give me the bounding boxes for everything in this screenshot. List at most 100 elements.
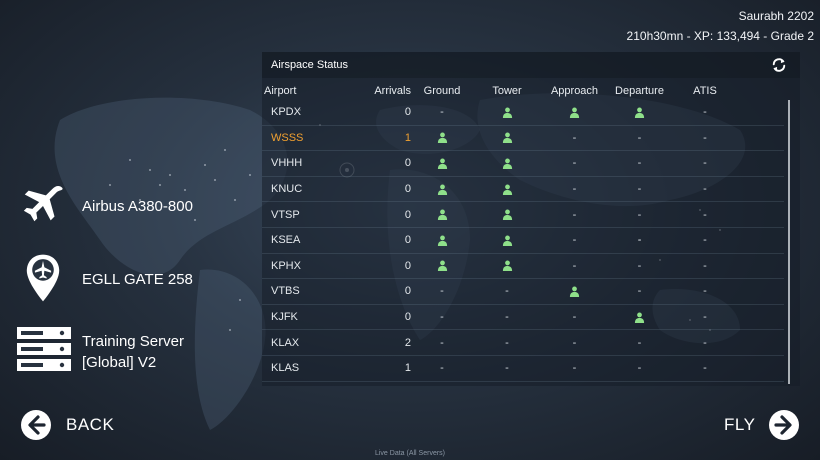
column-header-arrivals[interactable]: Arrivals	[359, 82, 411, 100]
user-name: Saurabh 2202	[738, 9, 814, 23]
departure-empty: -	[637, 234, 642, 247]
table-row[interactable]: KPHX 0 - - -	[262, 254, 784, 280]
airport-code: KNUC	[271, 183, 303, 196]
atis-status: -	[672, 151, 738, 176]
column-header-departure[interactable]: Departure	[607, 82, 672, 100]
departure-status: -	[607, 202, 672, 227]
tower-controller-person-icon	[502, 235, 512, 246]
atis-empty: -	[703, 336, 707, 349]
column-header-ground[interactable]: Ground	[412, 82, 472, 100]
ground-controller-person-icon	[437, 260, 447, 272]
approach-controller-person-icon	[569, 107, 580, 118]
ground-status: -	[412, 279, 472, 304]
table-row[interactable]: VHHH 0 - - -	[262, 151, 784, 177]
table-row[interactable]: KLAX 2 - - - - -	[262, 330, 784, 356]
map-pin-plane-icon	[26, 254, 60, 302]
approach-status	[542, 100, 607, 125]
ground-status	[412, 126, 472, 151]
panel-title: Airspace Status	[271, 59, 349, 71]
tower-empty: -	[505, 336, 509, 349]
ground-empty: -	[440, 336, 444, 349]
atis-status: -	[672, 202, 738, 227]
ground-status	[412, 177, 472, 202]
tower-status	[477, 126, 537, 151]
table-header: Airport Arrivals Ground Tower Approach D…	[262, 82, 800, 100]
departure-status: -	[607, 228, 672, 253]
tower-status	[477, 202, 537, 227]
gate-selection[interactable]: EGLL GATE 258	[0, 250, 240, 310]
arrivals-count: 0	[404, 285, 411, 298]
back-label: BACK	[66, 415, 115, 434]
approach-empty: -	[572, 311, 577, 324]
approach-status: -	[542, 202, 607, 227]
ground-empty: -	[440, 362, 444, 375]
ground-status: -	[412, 305, 472, 330]
ground-controller-person-icon	[437, 132, 447, 144]
table-row[interactable]: VTBS 0 - - - -	[262, 279, 784, 305]
departure-empty: -	[637, 183, 642, 196]
atis-empty: -	[703, 259, 707, 272]
departure-status: -	[607, 356, 672, 381]
approach-empty: -	[572, 157, 577, 170]
fly-button[interactable]: FLY	[724, 409, 800, 441]
table-row[interactable]: WSSS 1 - - -	[262, 126, 784, 152]
approach-status: -	[542, 151, 607, 176]
approach-empty: -	[572, 362, 577, 375]
atis-empty: -	[703, 131, 707, 144]
departure-status: -	[607, 126, 672, 151]
column-header-approach[interactable]: Approach	[542, 82, 607, 100]
server-label: Training Server [Global] V2	[82, 331, 184, 373]
departure-empty: -	[637, 285, 642, 298]
arrivals-count: 0	[404, 106, 411, 119]
tower-controller-person-icon	[502, 184, 512, 195]
approach-status: -	[542, 177, 607, 202]
table-scrollbar[interactable]	[788, 100, 790, 384]
atis-empty: -	[703, 362, 707, 375]
atis-status: -	[672, 126, 738, 151]
column-header-tower[interactable]: Tower	[477, 82, 537, 100]
table-row[interactable]: KNUC 0 - - -	[262, 177, 784, 203]
tower-status: -	[477, 356, 537, 381]
ground-status: -	[412, 330, 472, 355]
arrivals-count: 2	[404, 336, 411, 349]
refresh-icon[interactable]	[770, 56, 788, 74]
tower-status	[477, 228, 537, 253]
arrivals-count: 0	[404, 259, 411, 272]
departure-empty: -	[637, 157, 642, 170]
arrivals-count: 1	[404, 131, 411, 144]
tower-status	[477, 177, 537, 202]
arrivals-count: 0	[404, 234, 411, 247]
approach-empty: -	[572, 336, 577, 349]
column-header-atis[interactable]: ATIS	[672, 82, 738, 100]
airport-code: VTSP	[271, 208, 300, 221]
server-selection[interactable]: Training Server [Global] V2	[0, 326, 240, 376]
ground-empty: -	[440, 285, 444, 298]
table-row[interactable]: KJFK 0 - - - -	[262, 305, 784, 331]
approach-empty: -	[572, 183, 577, 196]
approach-empty: -	[572, 131, 577, 144]
table-row[interactable]: KSEA 0 - - -	[262, 228, 784, 254]
atis-status: -	[672, 305, 738, 330]
table-row[interactable]: VTSP 0 - - -	[262, 202, 784, 228]
tower-status	[477, 151, 537, 176]
table-row[interactable]: KPDX 0 - -	[262, 100, 784, 126]
aircraft-label: Airbus A380-800	[82, 198, 193, 215]
atis-empty: -	[703, 183, 707, 196]
approach-empty: -	[572, 259, 577, 272]
tower-status: -	[477, 305, 537, 330]
tower-controller-person-icon	[502, 209, 512, 221]
airplane-icon	[23, 186, 63, 222]
user-info: Saurabh 2202 210h30mn - XP: 133,494 - Gr…	[627, 6, 814, 46]
tower-status	[477, 100, 537, 125]
airport-code: KLAX	[271, 336, 300, 349]
column-header-airport[interactable]: Airport	[264, 82, 359, 100]
arrow-right-circle-icon	[769, 410, 800, 440]
table-row[interactable]: KLAS 1 - - - - -	[262, 356, 784, 382]
arrow-left-circle-icon	[21, 410, 51, 440]
airport-code: KSEA	[271, 234, 301, 247]
aircraft-selection[interactable]: Airbus A380-800	[0, 180, 240, 230]
back-button[interactable]: BACK	[20, 409, 114, 441]
approach-empty: -	[572, 234, 577, 247]
user-stats: 210h30mn - XP: 133,494 - Grade 2	[626, 29, 814, 43]
ground-controller-person-icon	[437, 235, 447, 246]
